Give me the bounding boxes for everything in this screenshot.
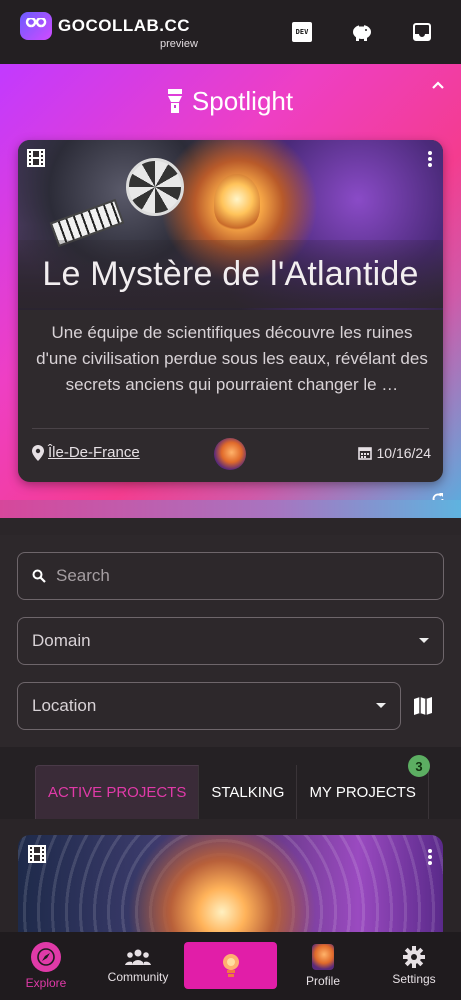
collapse-chevron-up-icon[interactable] — [431, 78, 445, 92]
project-card[interactable] — [18, 835, 443, 945]
nav-profile-label: Profile — [305, 974, 340, 988]
inbox-button[interactable] — [410, 20, 434, 44]
nav-settings[interactable]: Settings — [388, 932, 440, 1000]
brand-name[interactable]: GOCOLLAB.CC — [58, 16, 190, 36]
project-tabs-bar: ACTIVE PROJECTS STALKING MY PROJECTS 3 — [0, 747, 461, 819]
nav-community[interactable]: Community — [100, 932, 176, 1000]
top-app-bar: GOCOLLAB.CC preview DEV — [0, 0, 461, 64]
project-date-text: 10/16/24 — [376, 445, 432, 461]
nav-profile[interactable]: Profile — [300, 932, 346, 1000]
gocollab-logo-icon[interactable] — [20, 12, 52, 40]
flashlight-icon — [167, 89, 182, 113]
film-icon — [27, 149, 45, 167]
community-icon — [125, 949, 151, 965]
nav-explore[interactable]: Explore — [22, 932, 70, 1000]
gear-icon — [403, 946, 425, 968]
card-divider — [32, 428, 429, 429]
bottom-navigation: Explore Community Profile Settings — [0, 932, 461, 1000]
app-root: GOCOLLAB.CC preview DEV Spotlight Le Mys… — [0, 0, 461, 1000]
spotlight-bottom-bar — [0, 500, 461, 518]
owner-avatar[interactable] — [214, 438, 246, 470]
domain-select[interactable]: Domain — [17, 617, 444, 665]
filters-section: Search Domain Location — [0, 535, 461, 747]
location-label: Location — [32, 696, 97, 715]
piggy-bank-icon — [353, 25, 371, 41]
nav-explore-label: Explore — [25, 976, 67, 990]
project-location[interactable]: Île-De-France — [32, 444, 140, 461]
map-icon[interactable] — [412, 695, 434, 717]
dev-icon: DEV — [292, 22, 312, 42]
spotlight-title: Spotlight — [191, 86, 294, 116]
film-reel-illustration — [126, 158, 184, 216]
piggy-bank-button[interactable] — [350, 20, 374, 44]
spotlight-project-card[interactable]: Le Mystère de l'Atlantide Une équipe de … — [18, 140, 443, 482]
project-list — [0, 819, 461, 945]
new-idea-button[interactable] — [184, 942, 277, 989]
lightbulb-head-icon — [222, 953, 239, 977]
compass-icon — [31, 942, 61, 972]
spotlight-section: Spotlight Le Mystère de l'Atlantide Une … — [0, 64, 461, 518]
my-projects-count-badge: 3 — [408, 755, 430, 777]
tab-list: ACTIVE PROJECTS STALKING MY PROJECTS 3 — [35, 755, 430, 819]
search-icon — [32, 569, 46, 583]
profile-avatar — [312, 944, 334, 970]
search-input[interactable]: Search — [17, 552, 444, 600]
brand-preview-label: preview — [160, 38, 198, 50]
dev-icon-button[interactable]: DEV — [290, 20, 314, 44]
film-icon — [28, 845, 46, 863]
inbox-icon — [413, 23, 431, 41]
location-select[interactable]: Location — [17, 682, 401, 730]
lightbulb-illustration — [214, 174, 260, 230]
domain-label: Domain — [32, 631, 91, 650]
tab-active-projects[interactable]: ACTIVE PROJECTS — [35, 765, 200, 819]
calendar-icon — [357, 447, 372, 460]
project-title: Le Mystère de l'Atlantide — [18, 240, 443, 308]
tab-stalking[interactable]: STALKING — [199, 765, 298, 819]
tab-my-projects[interactable]: MY PROJECTS — [297, 765, 429, 819]
more-options-icon[interactable] — [427, 150, 433, 168]
dropdown-arrow-icon — [419, 638, 429, 643]
dropdown-arrow-icon — [376, 703, 386, 708]
location-pin-icon — [32, 444, 44, 461]
more-options-icon[interactable] — [427, 848, 433, 866]
nav-community-label: Community — [107, 970, 169, 984]
project-date: 10/16/24 — [357, 445, 432, 461]
spotlight-heading: Spotlight — [0, 86, 461, 117]
location-link[interactable]: Île-De-France — [48, 444, 140, 461]
project-description: Une équipe de scientifiques découvre les… — [36, 323, 428, 394]
search-placeholder: Search — [56, 566, 110, 585]
nav-settings-label: Settings — [392, 972, 436, 986]
